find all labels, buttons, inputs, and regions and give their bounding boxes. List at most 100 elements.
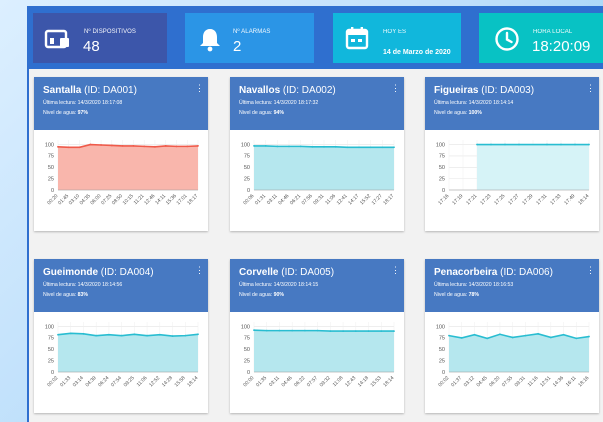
more-options-icon[interactable]: ⋮ [586,266,595,279]
y-tick-label: 100 [45,324,54,330]
y-tick-label: 25 [48,358,54,364]
data-point [369,146,372,149]
device-title: Penacorbeira (ID: DA006) [434,267,553,278]
water-level: Nivel de agua: 78% [434,292,479,298]
x-tick-label: 18:17 [382,193,395,206]
device-card-header: Navallos (ID: DA002) Última lectura: 14/… [230,77,404,130]
x-tick-label: 17:01 [176,193,189,206]
x-tick-label: 07:54 [110,375,123,388]
y-tick-label: 50 [48,347,54,353]
x-tick-label: 03:10 [68,193,81,206]
water-level-value: 97% [77,110,89,116]
area-fill [254,330,394,372]
device-card[interactable]: Penacorbeira (ID: DA006) Última lectura:… [425,259,599,413]
data-point [499,333,501,336]
data-point [460,337,463,339]
device-title: Navallos (ID: DA002) [239,85,336,96]
device-name: Navallos [239,85,281,96]
water-level-chart: 0 25 50 75 100 17:16 17:19 17:21 17:23 17:25 17:27… [436,140,591,206]
device-card[interactable]: Corvelle (ID: DA005) Última lectura: 14/… [230,259,404,413]
data-point [323,145,325,148]
data-point [448,334,450,337]
more-options-icon[interactable]: ⋮ [586,84,595,97]
data-point [67,146,70,149]
devices-panel: Santalla (ID: DA001) Última lectura: 14/… [29,69,603,422]
x-tick-label: 10:15 [122,193,135,206]
x-tick-label: 18:14 [382,375,395,388]
last-reading-label: Última lectura: [434,282,468,288]
x-tick-label: 00:06 [242,193,255,206]
last-reading: Última lectura: 14/3/2020 18:14:56 [43,282,122,288]
more-options-icon[interactable]: ⋮ [195,84,204,97]
more-options-icon[interactable]: ⋮ [391,266,400,279]
last-reading: Última lectura: 14/3/2020 18:17:32 [239,100,318,106]
data-point [380,330,383,332]
device-card[interactable]: Figueiras (ID: DA003) Última lectura: 14… [425,77,599,231]
water-level-label: Nivel de agua: [239,292,273,298]
data-point [171,335,174,337]
x-tick-label: 14:11 [154,193,167,206]
last-reading: Última lectura: 14/3/2020 18:16:53 [434,282,513,288]
water-level-chart: 0 25 50 75 100 00:0601:3103:1104:4606:2107:56… [241,140,396,206]
data-point [143,145,146,148]
x-tick-label: 08:50 [111,193,124,206]
data-point [316,329,319,332]
last-reading-value: 14/3/2020 18:14:14 [468,100,514,106]
x-tick-label: 17:25 [493,193,506,206]
data-point [342,330,344,332]
device-card[interactable]: Gueimonde (ID: DA004) Última lectura: 14… [34,259,208,413]
more-options-icon[interactable]: ⋮ [391,84,400,97]
device-card[interactable]: Navallos (ID: DA002) Última lectura: 14/… [230,77,404,231]
y-tick-label: 0 [247,370,250,376]
alarms-stat-card: Nº ALARMAS 2 [185,13,314,63]
x-tick-label: 17:31 [535,193,548,206]
y-tick-label: 50 [439,165,445,171]
y-tick-label: 75 [244,154,250,160]
x-tick-label: 01:45 [57,193,70,206]
x-tick-label: 15:52 [359,193,372,206]
last-reading-value: 14/3/2020 18:16:53 [468,282,514,288]
device-card-header: Gueimonde (ID: DA004) Última lectura: 14… [34,259,208,312]
x-tick-label: 17:27 [371,193,384,206]
water-level-chart: 0 25 50 75 100 00:02 01:37 03:12 04:45 06:20 07:55… [436,322,591,388]
device-title: Gueimonde (ID: DA004) [43,267,154,278]
y-tick-label: 100 [241,324,250,330]
data-point [158,333,161,336]
data-point [574,143,576,146]
more-options-icon[interactable]: ⋮ [195,266,204,279]
device-card[interactable]: Santalla (ID: DA001) Última lectura: 14/… [34,77,208,231]
last-reading: Última lectura: 14/3/2020 18:14:15 [239,282,318,288]
data-point [486,337,489,340]
device-id: (ID: DA005) [281,267,335,278]
water-level: Nivel de agua: 97% [43,110,88,116]
water-level: Nivel de agua: 100% [434,110,482,116]
water-level-label: Nivel de agua: [43,110,77,116]
x-tick-label: 17:21 [465,193,478,206]
water-level-value: 83% [77,292,89,298]
data-point [476,143,478,146]
x-tick-label: 03:14 [72,375,85,388]
data-point [69,332,72,335]
date-stat-card: HOY ES 14 de Marzo de 2020 [333,13,461,63]
data-point [511,336,514,339]
series-line [253,329,394,332]
x-tick-label: 14:18 [357,375,370,388]
devices-count: 48 [83,38,100,55]
data-point [504,143,506,146]
data-point [95,334,98,337]
last-reading-value: 14/3/2020 18:14:15 [273,282,319,288]
last-reading-label: Última lectura: [239,282,273,288]
y-tick-label: 100 [241,142,250,148]
clock-icon [495,27,519,51]
devices-label: Nº DISPOSITIVOS [84,29,137,35]
y-tick-label: 25 [439,358,445,364]
x-tick-label: 06:22 [293,375,306,388]
x-tick-label: 01:35 [255,375,268,388]
x-tick-label: 15:36 [165,193,178,206]
y-tick-label: 0 [247,188,250,194]
alarms-label: Nº ALARMAS [233,29,271,35]
data-point [334,145,337,148]
data-point [490,143,492,146]
data-point [588,335,590,338]
data-point [575,337,578,340]
